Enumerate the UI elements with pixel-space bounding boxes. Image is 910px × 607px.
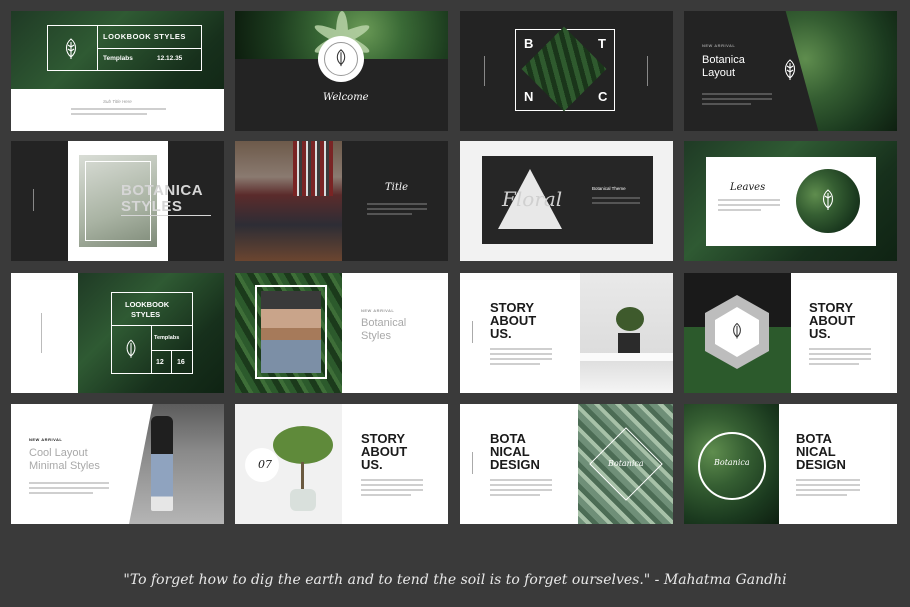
body-text-lines	[718, 199, 780, 214]
leaf-icon	[126, 339, 136, 358]
slide-title-couple[interactable]: Title	[235, 141, 448, 261]
body-text-lines	[702, 93, 772, 108]
shelf	[580, 353, 673, 361]
grid-divider	[111, 325, 193, 326]
slide-floral[interactable]: Floral Botanical Theme	[460, 141, 673, 261]
slide-welcome[interactable]: Welcome	[235, 11, 448, 131]
slide-botanical-design-circle[interactable]: Botanica BOTA NICAL DESIGN	[684, 404, 897, 524]
side-rule	[484, 56, 485, 86]
number-label: 16	[177, 359, 185, 366]
leaf-icon	[733, 322, 741, 339]
model-figure	[151, 416, 173, 511]
leaf-icon	[784, 59, 796, 80]
frame-divider	[97, 48, 202, 49]
leaf-icon	[336, 49, 346, 67]
slide-lookbook-grid[interactable]: LOOKBOOK STYLES Templabs 12 16	[11, 273, 224, 393]
slide-botanical-design[interactable]: Botanica BOTA NICAL DESIGN	[460, 404, 673, 524]
side-rule	[33, 189, 34, 211]
grid-divider	[171, 350, 172, 374]
side-rule	[472, 321, 473, 343]
slide-title: STYLES	[131, 310, 161, 319]
brand-label: Templabs	[154, 335, 180, 341]
slide-title: Layout	[702, 67, 736, 79]
date-label: 12.12.35	[157, 55, 183, 62]
glass-vase	[290, 489, 316, 511]
body-text-lines	[71, 108, 166, 118]
slide-title: STYLES	[121, 198, 183, 215]
leaf-icon	[65, 38, 77, 59]
letter-n: N	[524, 89, 534, 104]
floral-script: Floral	[502, 187, 563, 211]
side-rule	[647, 56, 648, 86]
botanica-script: Botanica	[608, 459, 644, 468]
slide-btnc[interactable]: B T N C	[460, 11, 673, 131]
slide-title: US.	[361, 457, 383, 472]
slide-title: US.	[490, 326, 512, 341]
portrait-photo	[261, 291, 321, 373]
body-text-lines	[592, 197, 640, 207]
letter-t: T	[598, 36, 606, 51]
body-text-lines	[796, 479, 860, 499]
body-text-lines	[29, 482, 109, 497]
slide-leaves[interactable]: Leaves	[684, 141, 897, 261]
leaves-script: Leaves	[730, 182, 766, 193]
tree-trunk	[301, 462, 304, 492]
body-text-lines	[367, 203, 427, 218]
slide-cool-layout[interactable]: NEW ARRIVAL Cool Layout Minimal Styles	[11, 404, 224, 524]
tag-label: NEW ARRIVAL	[29, 437, 63, 442]
bonsai-tree	[616, 307, 644, 331]
letter-c: C	[598, 89, 608, 104]
slide-title: Cool Layout	[29, 447, 88, 459]
caption: Sub Title Here	[103, 99, 132, 104]
tag-label: NEW ARRIVAL	[702, 43, 736, 48]
slide-lookbook-cover[interactable]: LOOKBOOK STYLES Templabs 12.12.35 Sub Ti…	[11, 11, 224, 131]
gandhi-quote: "To forget how to dig the earth and to t…	[123, 572, 787, 588]
welcome-script: Welcome	[323, 92, 369, 103]
side-rule	[472, 452, 473, 474]
slide-story-about-us[interactable]: STORY ABOUT US.	[460, 273, 673, 393]
slide-title: BOTANICA	[121, 182, 204, 199]
slide-botanica-styles[interactable]: BOTANICA STYLES	[11, 141, 224, 261]
brand-label: Templabs	[103, 55, 133, 62]
slide-title: Botanical	[361, 317, 407, 329]
body-text-lines	[361, 479, 423, 499]
subtitle: Botanical Theme	[592, 186, 626, 191]
tree-canopy	[273, 426, 333, 464]
botanica-script: Botanica	[714, 458, 750, 467]
slide-title: US.	[809, 326, 831, 341]
plaid-shirt	[293, 141, 333, 196]
body-text-lines	[490, 479, 552, 499]
slide-botanical-styles[interactable]: NEW ARRIVAL Botanical Styles	[235, 273, 448, 393]
tag-label: NEW ARRIVAL	[361, 308, 395, 313]
slide-title: Botanica	[702, 54, 745, 66]
body-text-lines	[809, 348, 871, 368]
slide-title: LOOKBOOK	[125, 300, 170, 309]
leaf-icon	[822, 189, 834, 210]
body-text-lines	[490, 348, 552, 368]
slide-title: DESIGN	[796, 457, 846, 472]
side-rule	[41, 313, 42, 353]
slide-title: DESIGN	[490, 457, 540, 472]
slide-title: Minimal Styles	[29, 460, 100, 472]
letter-b: B	[524, 36, 534, 51]
title-script: Title	[385, 182, 409, 193]
title-underline	[121, 215, 211, 216]
slide-story-07[interactable]: 07 STORY ABOUT US.	[235, 404, 448, 524]
slide-botanica-layout[interactable]: NEW ARRIVAL Botanica Layout	[684, 11, 897, 131]
slide-title: LOOKBOOK STYLES	[103, 32, 186, 41]
grid-divider	[151, 350, 193, 351]
slide-title: Styles	[361, 330, 391, 342]
model-photo	[129, 404, 224, 524]
slide-story-hexagon[interactable]: STORY ABOUT US.	[684, 273, 897, 393]
bonsai-pot	[618, 333, 640, 353]
slide-number: 07	[258, 458, 272, 471]
number-label: 12	[156, 359, 164, 366]
